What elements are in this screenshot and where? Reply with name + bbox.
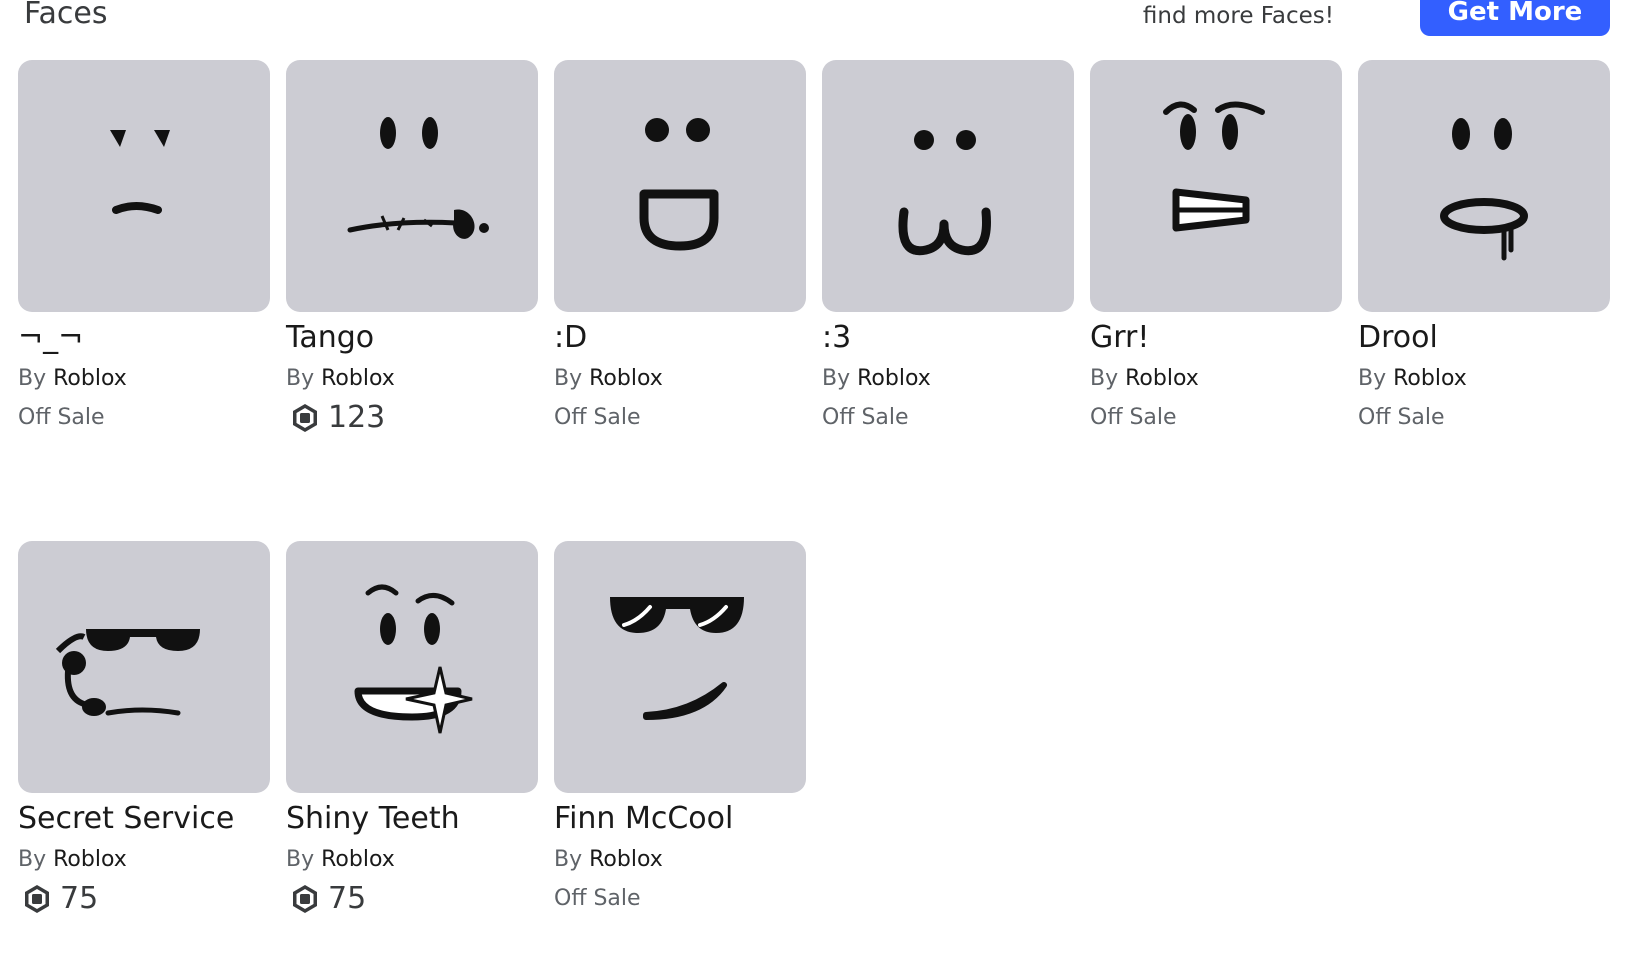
- price-text: Off Sale: [822, 405, 909, 430]
- item-price: Off Sale: [1358, 400, 1610, 436]
- face-tango-icon: [347, 117, 489, 239]
- by-label: By: [286, 847, 315, 872]
- item-thumbnail[interactable]: [286, 60, 538, 312]
- face-cat-icon: [898, 130, 991, 256]
- face-finn-mccool-icon: [610, 597, 744, 720]
- face-big-grin-icon: [639, 118, 719, 251]
- face-secret-service-icon: [55, 629, 200, 716]
- creator-link[interactable]: Roblox: [321, 847, 395, 872]
- item-thumbnail[interactable]: [554, 541, 806, 793]
- item-card[interactable]: Secret Service By Roblox 75: [18, 541, 270, 917]
- by-label: By: [1358, 366, 1387, 391]
- face-shiny-teeth-icon: [354, 584, 473, 734]
- item-name[interactable]: ¬_¬: [18, 318, 270, 358]
- by-label: By: [1090, 366, 1119, 391]
- item-creator: By Roblox: [18, 364, 270, 394]
- creator-link[interactable]: Roblox: [1393, 366, 1467, 391]
- creator-link[interactable]: Roblox: [589, 366, 663, 391]
- price-text: Off Sale: [554, 405, 641, 430]
- by-label: By: [554, 847, 583, 872]
- item-thumbnail[interactable]: [554, 60, 806, 312]
- face-grr-icon: [1163, 101, 1265, 232]
- price-amount: 75: [328, 881, 367, 916]
- item-card[interactable]: Finn McCool By Roblox Off Sale: [554, 541, 806, 917]
- item-creator: By Roblox: [286, 364, 538, 394]
- item-creator: By Roblox: [554, 364, 806, 394]
- item-name[interactable]: :3: [822, 318, 1074, 358]
- find-more-text: find more Faces!: [1142, 3, 1334, 29]
- item-price: Off Sale: [554, 881, 806, 917]
- item-creator: By Roblox: [1090, 364, 1342, 394]
- robux-icon: [25, 885, 49, 913]
- section-title: Faces: [24, 0, 108, 31]
- item-price: Off Sale: [554, 400, 806, 436]
- by-label: By: [822, 366, 851, 391]
- item-name[interactable]: Grr!: [1090, 318, 1342, 358]
- price-text: Off Sale: [1090, 405, 1177, 430]
- item-name[interactable]: Secret Service: [18, 799, 270, 839]
- item-card[interactable]: Grr! By Roblox Off Sale: [1090, 60, 1342, 436]
- item-card[interactable]: Drool By Roblox Off Sale: [1358, 60, 1610, 436]
- creator-link[interactable]: Roblox: [1125, 366, 1199, 391]
- price-text: Off Sale: [1358, 405, 1445, 430]
- item-card[interactable]: :D By Roblox Off Sale: [554, 60, 806, 436]
- item-price: Off Sale: [822, 400, 1074, 436]
- price-text: Off Sale: [554, 886, 641, 911]
- price-amount: 75: [60, 881, 99, 916]
- item-price: Off Sale: [1090, 400, 1342, 436]
- item-creator: By Roblox: [286, 845, 538, 875]
- item-thumbnail[interactable]: [286, 541, 538, 793]
- creator-link[interactable]: Roblox: [589, 847, 663, 872]
- item-thumbnail[interactable]: [822, 60, 1074, 312]
- creator-link[interactable]: Roblox: [53, 847, 127, 872]
- item-thumbnail[interactable]: [18, 541, 270, 793]
- robux-icon: [293, 885, 317, 913]
- item-name[interactable]: :D: [554, 318, 806, 358]
- item-creator: By Roblox: [1358, 364, 1610, 394]
- creator-link[interactable]: Roblox: [321, 366, 395, 391]
- by-label: By: [18, 366, 47, 391]
- item-thumbnail[interactable]: [1358, 60, 1610, 312]
- catalog-page: Faces find more Faces! Get More ¬_¬ By R…: [0, 0, 1630, 970]
- face-unimpressed-icon: [110, 130, 170, 214]
- price-amount: 123: [328, 400, 386, 435]
- robux-icon: [293, 404, 317, 432]
- item-thumbnail[interactable]: [1090, 60, 1342, 312]
- creator-link[interactable]: Roblox: [53, 366, 127, 391]
- by-label: By: [18, 847, 47, 872]
- item-card[interactable]: Shiny Teeth By Roblox 75: [286, 541, 538, 917]
- item-name[interactable]: Shiny Teeth: [286, 799, 538, 839]
- item-card[interactable]: Tango By Roblox 123: [286, 60, 538, 436]
- item-creator: By Roblox: [18, 845, 270, 875]
- item-name[interactable]: Tango: [286, 318, 538, 358]
- item-price: 75: [18, 881, 270, 917]
- item-price: 123: [286, 400, 538, 436]
- face-drool-icon: [1440, 118, 1528, 261]
- get-more-button[interactable]: Get More: [1420, 0, 1610, 36]
- item-price: Off Sale: [18, 400, 270, 436]
- item-creator: By Roblox: [554, 845, 806, 875]
- item-name[interactable]: Finn McCool: [554, 799, 806, 839]
- by-label: By: [286, 366, 315, 391]
- by-label: By: [554, 366, 583, 391]
- item-price: 75: [286, 881, 538, 917]
- creator-link[interactable]: Roblox: [857, 366, 931, 391]
- item-card[interactable]: ¬_¬ By Roblox Off Sale: [18, 60, 270, 436]
- item-thumbnail[interactable]: [18, 60, 270, 312]
- item-name[interactable]: Drool: [1358, 318, 1610, 358]
- item-card[interactable]: :3 By Roblox Off Sale: [822, 60, 1074, 436]
- item-creator: By Roblox: [822, 364, 1074, 394]
- price-text: Off Sale: [18, 405, 105, 430]
